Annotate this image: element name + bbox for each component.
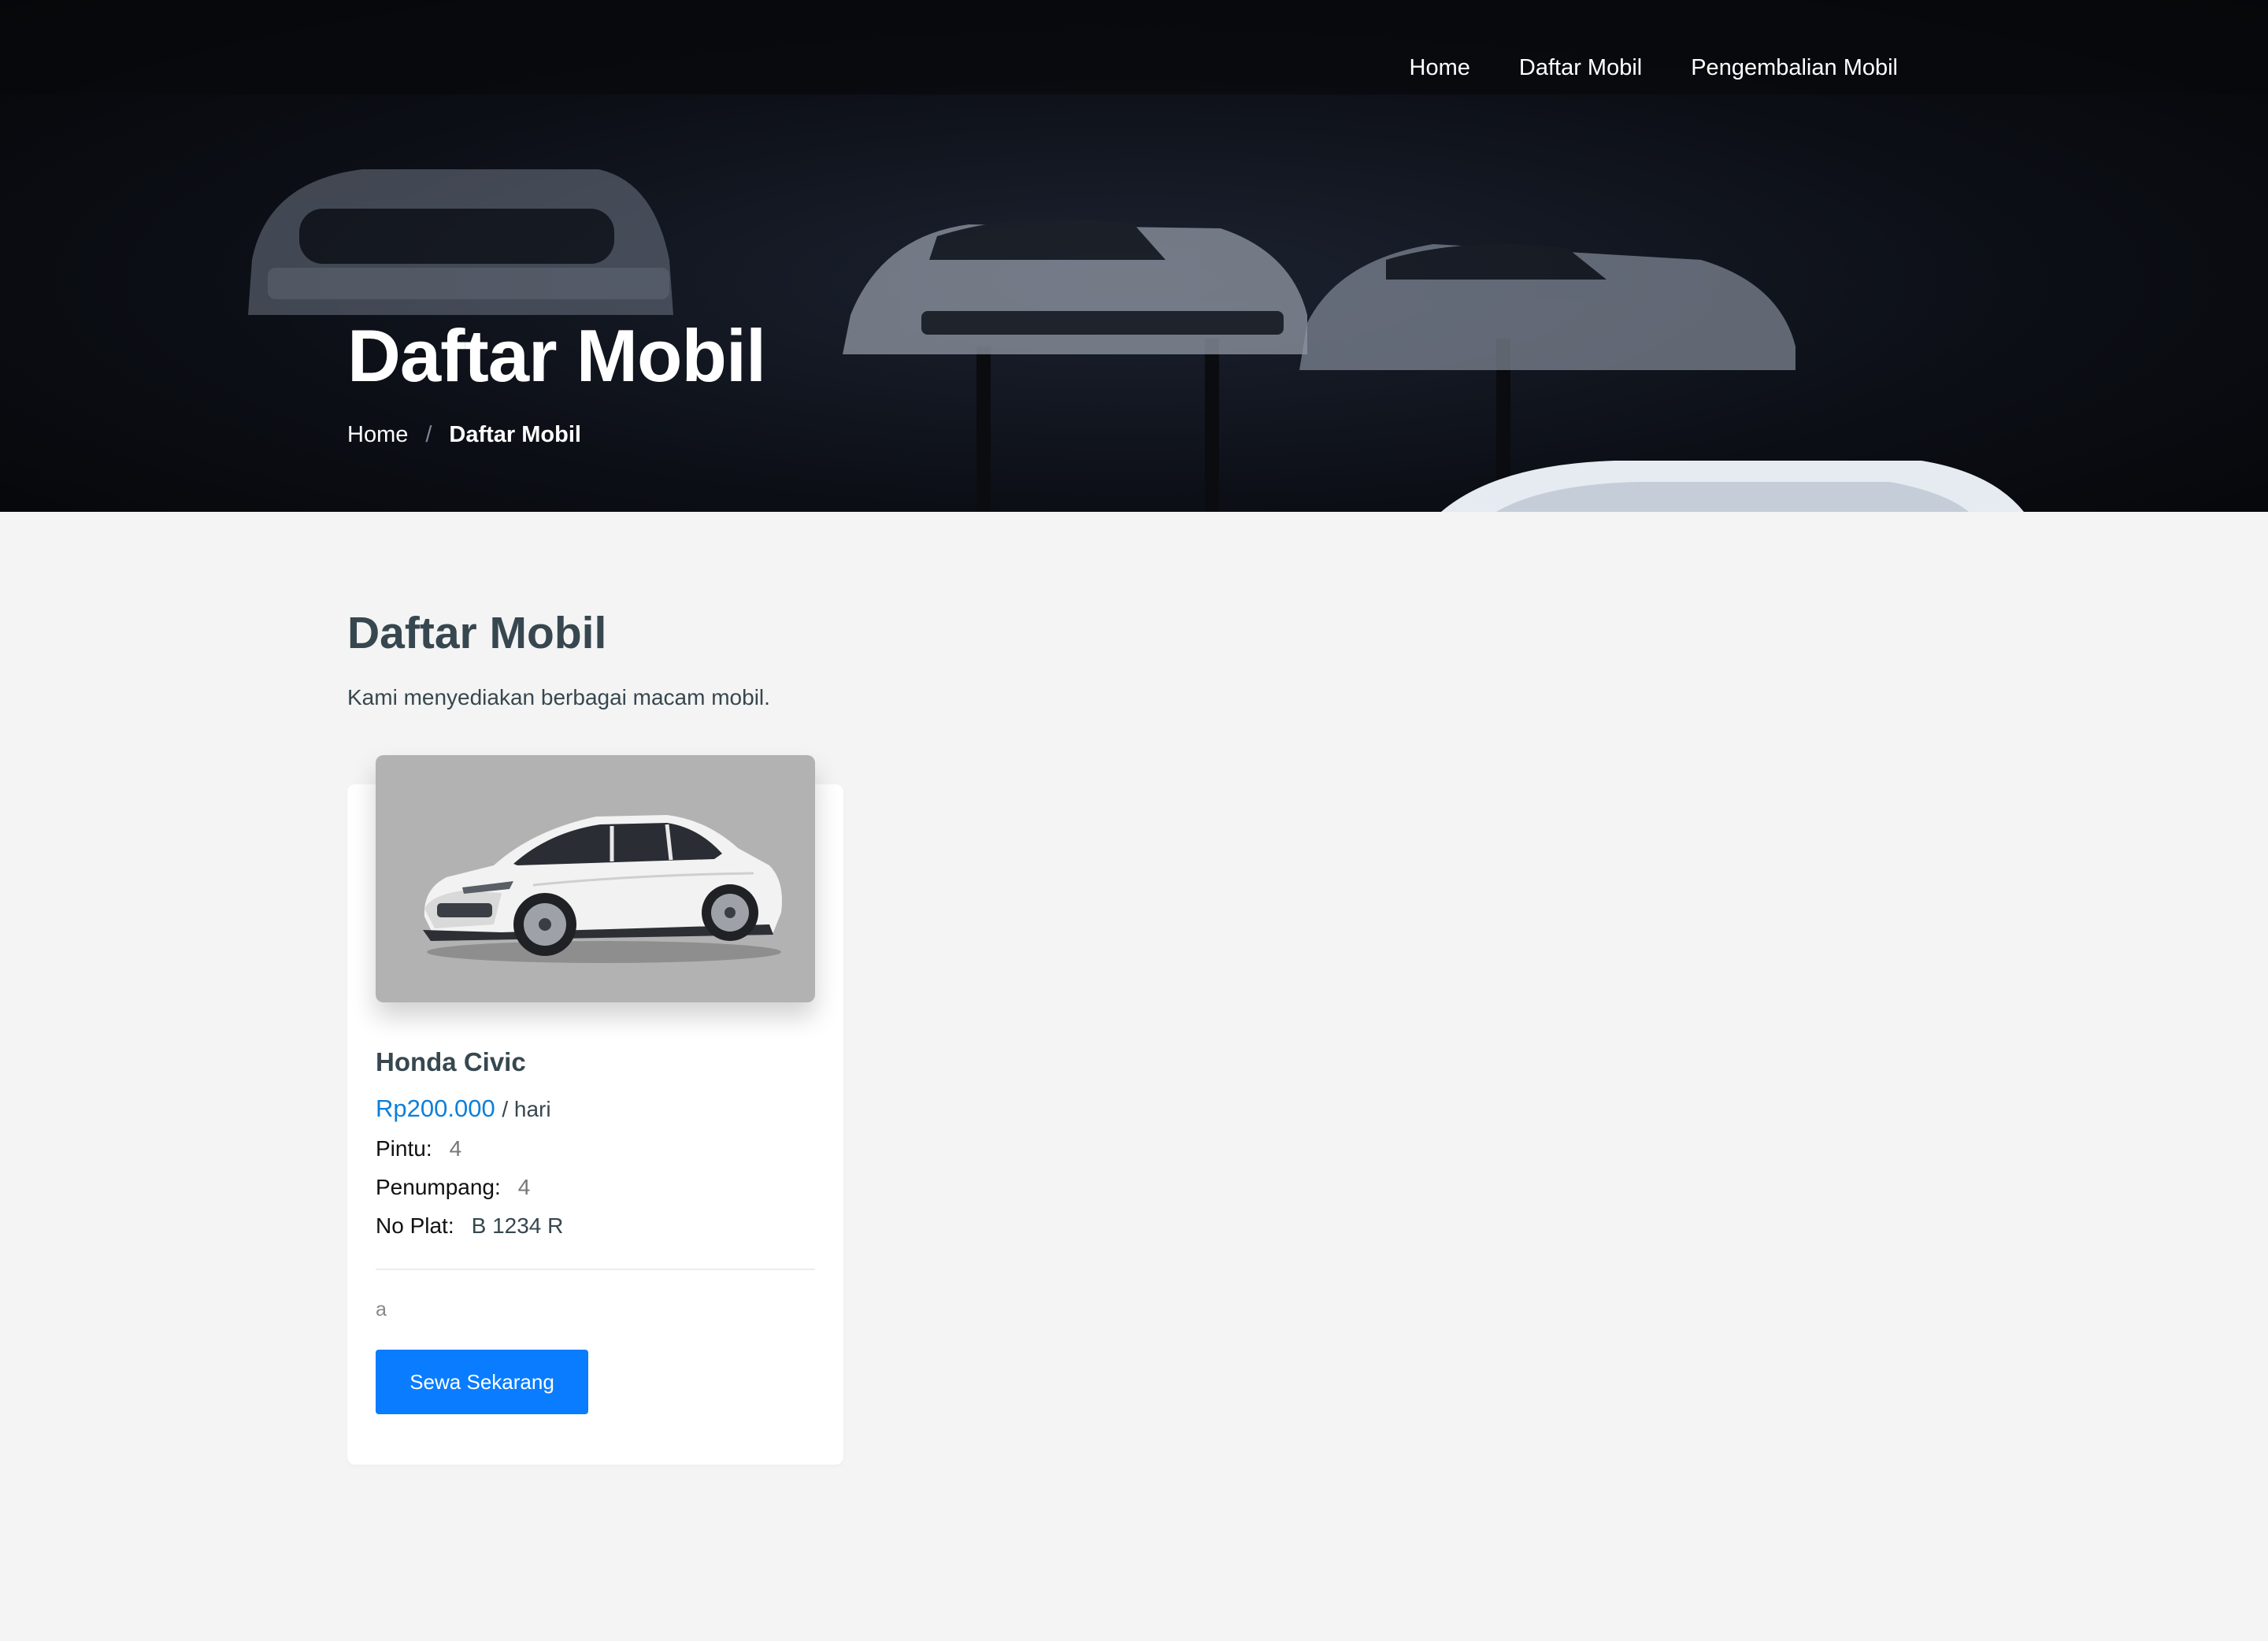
breadcrumb: Home / Daftar Mobil (347, 422, 581, 448)
car-spec-passengers-value: 4 (517, 1175, 531, 1199)
breadcrumb-current: Daftar Mobil (449, 422, 581, 447)
car-spec-doors: Pintu: 4 (376, 1136, 461, 1161)
car-photo-icon (423, 815, 782, 963)
car-price-unit: / hari (502, 1097, 551, 1121)
car-description: a (376, 1298, 387, 1321)
car-spec-doors-label: Pintu: (376, 1136, 432, 1161)
car-price-amount: Rp200.000 (376, 1095, 495, 1122)
car-spec-plate-label: No Plat: (376, 1213, 454, 1238)
car-image (376, 755, 815, 1002)
car-price: Rp200.000 / hari (376, 1095, 551, 1123)
car-spec-passengers: Penumpang: 4 (376, 1175, 530, 1200)
nav-car-return-link[interactable]: Pengembalian Mobil (1691, 55, 1898, 81)
car-spec-doors-value: 4 (449, 1136, 462, 1161)
rent-now-button[interactable]: Sewa Sekarang (376, 1350, 588, 1414)
nav-car-list-link[interactable]: Daftar Mobil (1519, 55, 1642, 81)
section-title: Daftar Mobil (347, 608, 607, 658)
card-divider (376, 1269, 815, 1270)
hero-title: Daftar Mobil (347, 314, 766, 397)
hero-background-image (0, 0, 2268, 512)
breadcrumb-separator: / (425, 422, 432, 447)
main-nav: Home Daftar Mobil Pengembalian Mobil (1410, 55, 1898, 81)
car-name: Honda Civic (376, 1047, 526, 1076)
car-spec-plate-value: B 1234 R (471, 1213, 564, 1238)
car-spec-passengers-label: Penumpang: (376, 1175, 501, 1199)
nav-home-link[interactable]: Home (1410, 55, 1470, 81)
section-subtitle: Kami menyediakan berbagai macam mobil. (347, 685, 770, 709)
hero-banner: Home Daftar Mobil Pengembalian Mobil Daf… (0, 0, 2268, 512)
car-spec-plate: No Plat: B 1234 R (376, 1213, 563, 1239)
breadcrumb-home-link[interactable]: Home (347, 422, 408, 448)
